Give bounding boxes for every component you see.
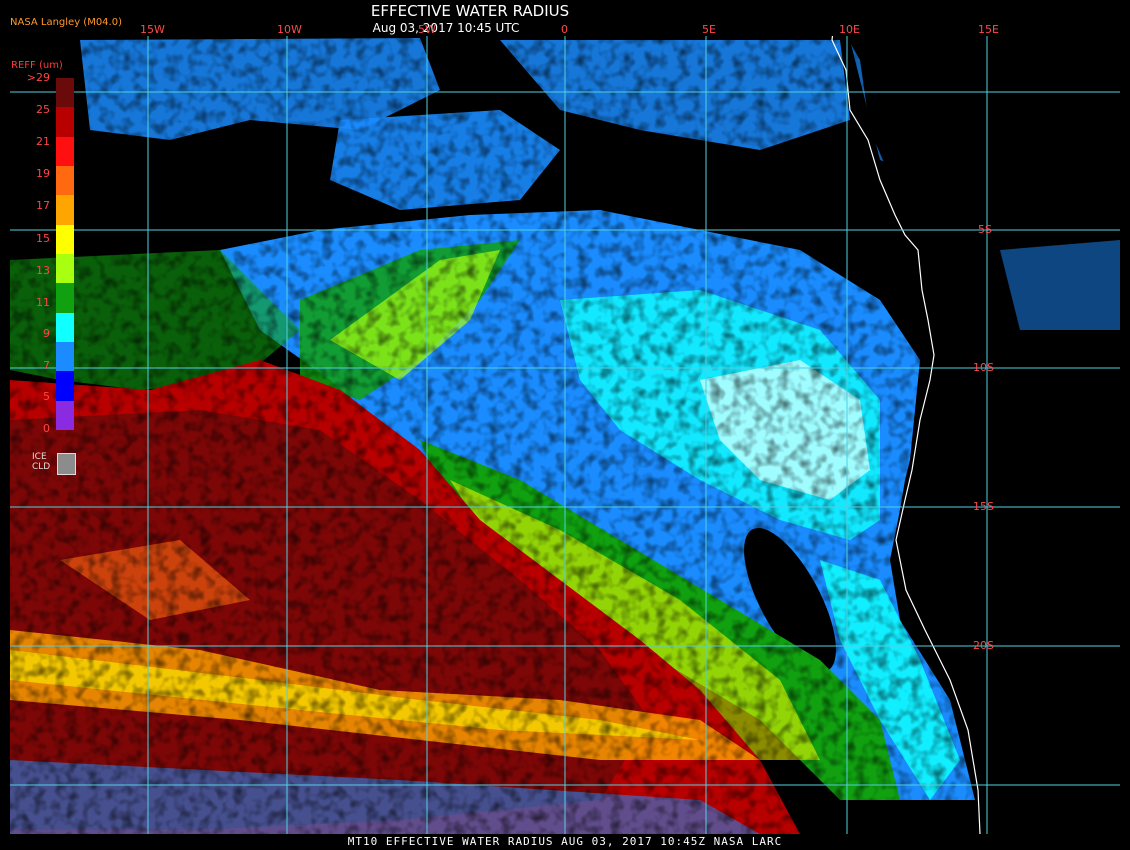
legend-swatch-8 (56, 312, 74, 343)
legend-label-7: 7 (43, 359, 50, 372)
footer-caption: MT10 EFFECTIVE WATER RADIUS AUG 03, 2017… (347, 835, 783, 848)
legend-swatch-10 (56, 371, 74, 402)
legend-swatch-0 (56, 78, 74, 108)
lon-label-15w: 15W (140, 23, 165, 36)
credit-label: NASA Langley (M04.0) (10, 17, 122, 28)
legend-title: REFF (um) (11, 60, 63, 71)
lon-label-10w: 10W (277, 23, 302, 36)
legend-label-13: 13 (36, 264, 50, 277)
map-timestamp: Aug 03, 2017 10:45 UTC (372, 21, 520, 35)
legend-label-0: 0 (43, 422, 50, 435)
legend-label-21: 21 (36, 135, 50, 148)
legend-label-25: 25 (36, 103, 50, 116)
lon-label-0: 0 (561, 23, 568, 36)
satellite-map (10, 36, 1120, 834)
legend-swatch-3 (56, 166, 74, 196)
legend-swatch-9 (56, 342, 74, 372)
legend-label-11: 11 (36, 296, 50, 309)
lat-label-10s: 10S (973, 361, 994, 374)
legend-label-top: >29 (26, 71, 50, 84)
legend-swatch-7 (56, 283, 74, 314)
lon-label-15e: 15E (978, 23, 999, 36)
legend-swatch-6 (56, 254, 74, 284)
legend-swatch-1 (56, 107, 74, 138)
legend-label-5: 5 (43, 390, 50, 403)
legend-swatch-5 (56, 224, 74, 255)
legend-label-17: 17 (36, 199, 50, 212)
legend-label-15: 15 (36, 232, 50, 245)
lon-label-10e: 10E (839, 23, 860, 36)
ice-label-ice: ICE (32, 452, 47, 462)
lat-label-15s: 15S (973, 500, 994, 513)
map-title: EFFECTIVE WATER RADIUS (370, 2, 570, 20)
lon-label-5w: 5W (418, 23, 436, 36)
legend-swatch-4 (56, 195, 74, 226)
legend-label-19: 19 (36, 167, 50, 180)
ice-cloud-swatch (57, 453, 76, 475)
lat-label-20s: 20S (973, 639, 994, 652)
legend-label-9: 9 (43, 327, 50, 340)
legend-swatch-2 (56, 136, 74, 167)
ice-label-cld: CLD (32, 462, 51, 472)
legend-swatch-11 (56, 400, 74, 431)
lon-label-5e: 5E (702, 23, 716, 36)
lat-label-5s: 5S (978, 223, 992, 236)
